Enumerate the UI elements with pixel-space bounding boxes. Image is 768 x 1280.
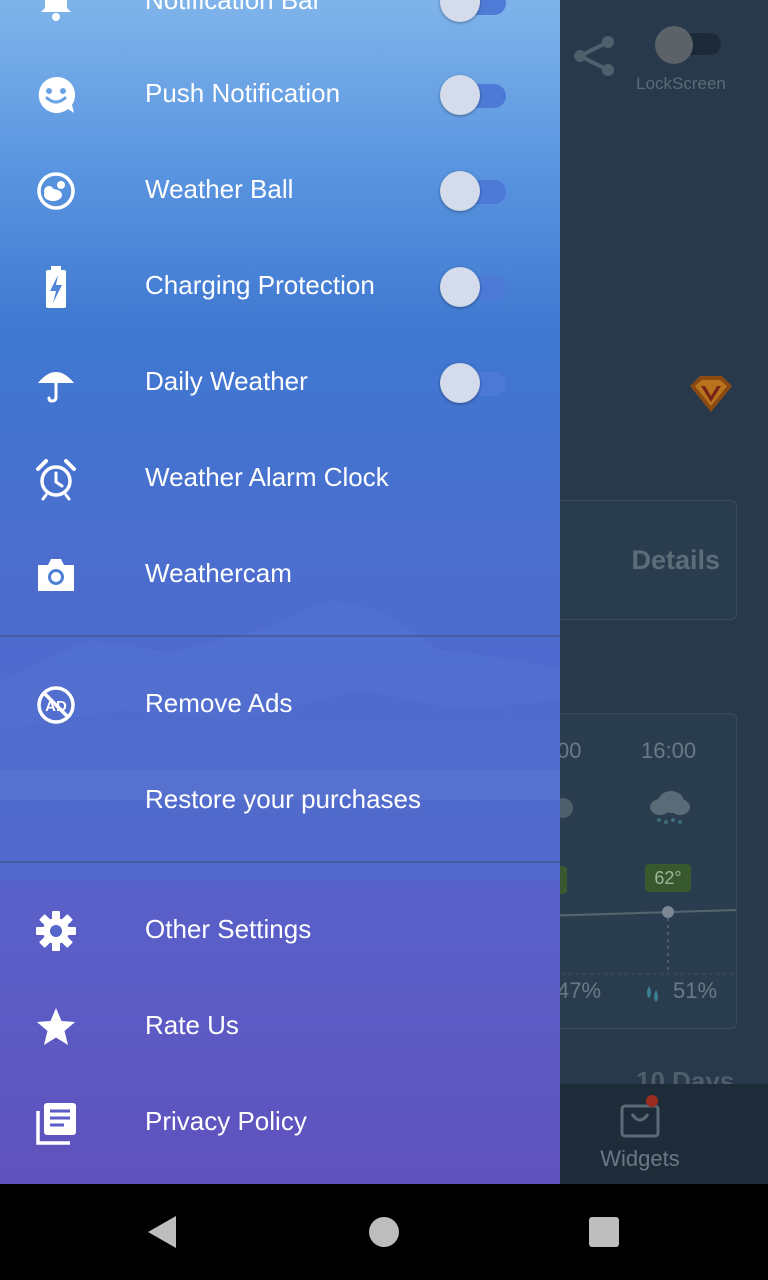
recent-apps-icon[interactable]: [589, 1217, 619, 1247]
drawer-item-label: Notification Bar: [145, 0, 322, 15]
home-icon[interactable]: [369, 1217, 399, 1247]
drawer-divider: [0, 635, 560, 637]
star-icon: [37, 1008, 75, 1045]
drawer-item-label: Other Settings: [145, 914, 312, 944]
raindrop-icon: [647, 986, 658, 1002]
navigation-drawer: Notification Bar Push Notification Weath…: [0, 0, 560, 1184]
drawer-item-weather-ball[interactable]: Weather Ball: [0, 141, 560, 237]
notification-bar-toggle[interactable]: [440, 0, 508, 22]
camera-icon: [38, 559, 74, 591]
drawer-item-remove-ads[interactable]: AD Remove Ads: [0, 655, 560, 751]
gear-icon: [36, 911, 76, 951]
charging-protection-toggle[interactable]: [440, 267, 508, 307]
weather-ball-icon: [37, 172, 75, 210]
push-notification-toggle[interactable]: [440, 75, 508, 115]
alarm-clock-icon: [36, 459, 76, 501]
drawer-item-label: Weather Alarm Clock: [145, 462, 389, 492]
hour-time-label: 00: [557, 738, 582, 763]
premium-gem-icon[interactable]: [686, 372, 736, 416]
temperature-line: [541, 906, 736, 975]
drawer-item-label: Weathercam: [145, 558, 292, 588]
lockscreen-toggle[interactable]: [655, 26, 721, 64]
drawer-item-label: Charging Protection: [145, 270, 375, 300]
humidity-label: 47%: [557, 978, 602, 1003]
drawer-item-charging-protection[interactable]: Charging Protection: [0, 237, 560, 333]
share-icon[interactable]: [570, 34, 618, 78]
notification-dot: [646, 1095, 658, 1107]
drawer-item-push-notification[interactable]: Push Notification: [0, 45, 560, 141]
drawer-item-privacy-policy[interactable]: Privacy Policy: [0, 1073, 560, 1169]
drawer-item-label: Daily Weather: [145, 366, 308, 396]
details-label: Details: [631, 545, 720, 575]
drawer-item-other-settings[interactable]: Other Settings: [0, 881, 560, 977]
no-ads-icon: AD: [37, 686, 75, 724]
weather-ball-toggle[interactable]: [440, 171, 508, 211]
drawer-item-label: Remove Ads: [145, 688, 293, 718]
drawer-item-label: Privacy Policy: [145, 1106, 307, 1136]
widgets-tab-label[interactable]: Widgets: [590, 1146, 690, 1172]
umbrella-icon: [38, 372, 74, 403]
hourly-forecast-card[interactable]: 00 16:00 ° 62° 47% 51%: [540, 713, 737, 1029]
drawer-item-rate-us[interactable]: Rate Us: [0, 977, 560, 1073]
drawer-item-weathercam[interactable]: Weathercam: [0, 525, 560, 621]
drawer-item-label: Rate Us: [145, 1010, 239, 1040]
details-card[interactable]: Details: [540, 500, 737, 620]
bell-icon: [41, 0, 71, 21]
drawer-item-label: Push Notification: [145, 78, 341, 108]
drawer-divider: [0, 861, 560, 863]
smiley-chat-icon: [38, 76, 76, 113]
drawer-item-daily-weather[interactable]: Daily Weather: [0, 333, 560, 429]
back-icon[interactable]: [146, 1215, 178, 1249]
rain-cloud-icon: [650, 791, 690, 824]
lockscreen-label: LockScreen: [636, 74, 726, 93]
humidity-label: 51%: [673, 978, 718, 1003]
daily-weather-toggle[interactable]: [440, 363, 508, 403]
temp-badge: 62°: [645, 864, 691, 892]
drawer-item-label: Restore your purchases: [145, 784, 422, 814]
drawer-item-restore-purchases[interactable]: Restore your purchases: [0, 751, 560, 847]
drawer-item-weather-alarm-clock[interactable]: Weather Alarm Clock: [0, 429, 560, 525]
drawer-item-label: Weather Ball: [145, 174, 294, 204]
hour-time-label: 16:00: [641, 738, 697, 763]
drawer-item-notification-bar[interactable]: Notification Bar: [0, 0, 560, 48]
document-icon: [36, 1103, 76, 1145]
battery-charging-icon: [46, 266, 66, 308]
